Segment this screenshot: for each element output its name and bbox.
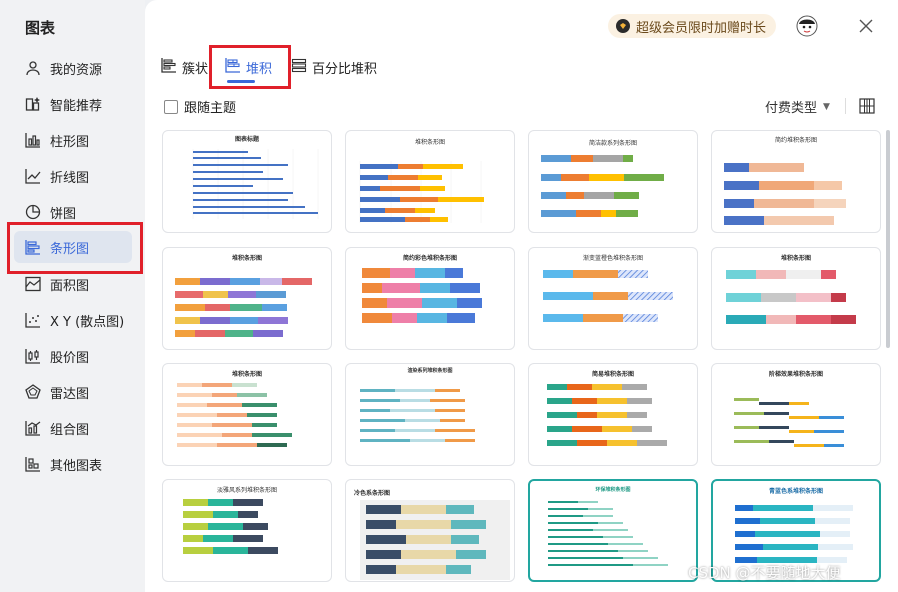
scatter-chart-icon: [22, 309, 44, 331]
template-card[interactable]: 渲染系列堆积条形图: [345, 363, 515, 466]
template-thumbnail: [360, 500, 510, 580]
template-card[interactable]: 简易堆积条形图: [528, 363, 698, 466]
sidebar-item-stock-chart[interactable]: 股价图: [14, 340, 132, 372]
watermark-text: CSDN @不要随地大便: [688, 564, 841, 582]
template-card[interactable]: 阶梯效果堆积条形图: [711, 363, 881, 466]
pay-type-label: 付费类型: [765, 101, 818, 116]
promo-banner[interactable]: 超级会员限时加赠时长: [608, 14, 777, 38]
sidebar-item-label: 面积图: [50, 278, 90, 294]
template-thumbnail: [175, 278, 312, 337]
line-chart-icon: [22, 165, 44, 187]
pie-chart-icon: [22, 201, 44, 223]
sidebar-item-other-chart[interactable]: 其他图表: [14, 448, 132, 480]
template-card[interactable]: 渐变蓝橙色堆积条形图: [528, 247, 698, 350]
column-chart-icon: [22, 129, 44, 151]
sidebar-item-label: 组合图: [50, 422, 90, 438]
template-card[interactable]: 淡雅风系列堆积条形图: [162, 479, 332, 582]
sidebar-item-scatter-chart[interactable]: X Y (散点图): [14, 304, 132, 336]
active-tab-indicator: [227, 80, 255, 83]
sidebar-item-label: 雷达图: [50, 386, 90, 402]
checkbox-box[interactable]: [164, 99, 178, 114]
template-thumbnail: [724, 163, 846, 225]
template-card[interactable]: 堆积条形图: [162, 247, 332, 350]
template-card[interactable]: 堆积条形图: [162, 363, 332, 466]
sidebar-item-label: 饼图: [50, 206, 77, 222]
tab-clustered[interactable]: 簇状: [161, 56, 208, 78]
template-thumbnail: [192, 149, 319, 219]
close-icon[interactable]: [857, 17, 875, 35]
template-thumbnail: [177, 383, 292, 447]
other-chart-icon: [22, 453, 44, 475]
sidebar-item-combo-chart[interactable]: 组合图: [14, 412, 132, 444]
main-panel: 超级会员限时加赠时长 簇状 堆积 百分比堆积 跟随主题 付费类型 ▼ 图表标题 …: [145, 0, 898, 592]
template-card[interactable]: 堆积条形图: [711, 247, 881, 350]
template-thumbnail: [362, 268, 482, 323]
percent-stacked-bar-icon: [291, 57, 307, 77]
user-icon: [22, 57, 44, 79]
sidebar-item-area-chart[interactable]: 面积图: [14, 268, 132, 300]
template-card[interactable]: 堆积条形图: [345, 130, 515, 233]
area-chart-icon: [22, 273, 44, 295]
follow-theme-checkbox[interactable]: 跟随主题: [164, 97, 236, 116]
bar-chart-icon: [22, 236, 44, 258]
template-thumbnail: [360, 389, 475, 442]
avatar-icon[interactable]: [796, 15, 818, 37]
sidebar: 图表 我的资源 智能推荐 柱形图 折线图 饼图 条形图 面积图 X Y (散点图…: [0, 0, 145, 592]
follow-theme-label: 跟随主题: [184, 101, 237, 116]
template-card[interactable]: 简洁款系列条形图: [528, 130, 698, 233]
sidebar-item-label: 其他图表: [50, 458, 103, 474]
tab-label: 百分比堆积: [312, 61, 378, 77]
template-card[interactable]: 简约堆积条形图: [711, 130, 881, 233]
stacked-bar-icon: [225, 57, 241, 77]
sidebar-item-label: 条形图: [50, 241, 90, 257]
sidebar-item-label: 柱形图: [50, 134, 90, 150]
caret-down-icon: ▼: [823, 101, 830, 112]
sidebar-item-label: 折线图: [50, 170, 90, 186]
template-card[interactable]: 图表标题: [162, 130, 332, 233]
template-thumbnail: [548, 501, 668, 566]
sidebar-item-label: X Y (散点图): [50, 314, 125, 330]
template-thumbnail: [359, 161, 484, 223]
toolbar-divider: [845, 98, 846, 114]
combo-chart-icon: [22, 417, 44, 439]
scrollbar[interactable]: [886, 130, 890, 348]
sidebar-item-label: 股价图: [50, 350, 90, 366]
grid-view-icon[interactable]: [859, 98, 875, 114]
sidebar-item-my-resources[interactable]: 我的资源: [14, 52, 132, 84]
template-card[interactable]: 简约彩色堆积条形图: [345, 247, 515, 350]
radar-chart-icon: [22, 381, 44, 403]
template-thumbnail: [734, 398, 844, 447]
sidebar-item-bar-chart[interactable]: 条形图: [14, 231, 132, 263]
template-thumbnail: [543, 270, 673, 322]
tab-percent-stacked[interactable]: 百分比堆积: [291, 56, 377, 78]
template-card[interactable]: 冷色系条形图: [345, 479, 515, 582]
stock-chart-icon: [22, 345, 44, 367]
sidebar-item-radar-chart[interactable]: 雷达图: [14, 376, 132, 408]
tab-stacked[interactable]: 堆积: [225, 56, 272, 78]
template-card[interactable]: 环保堆积条形图: [528, 479, 698, 582]
sidebar-title: 图表: [25, 19, 56, 37]
template-thumbnail: [183, 499, 278, 554]
pay-type-dropdown[interactable]: 付费类型 ▼: [765, 97, 830, 116]
promo-text: 超级会员限时加赠时长: [636, 20, 767, 36]
sidebar-item-smart-recommend[interactable]: 智能推荐: [14, 88, 132, 120]
sidebar-item-label: 我的资源: [50, 62, 103, 78]
vip-diamond-icon: [616, 19, 630, 33]
smart-recommend-icon: [22, 93, 44, 115]
sidebar-item-pie-chart[interactable]: 饼图: [14, 196, 132, 228]
tab-label: 簇状: [182, 61, 209, 77]
sidebar-item-column-chart[interactable]: 柱形图: [14, 124, 132, 156]
sidebar-item-line-chart[interactable]: 折线图: [14, 160, 132, 192]
tab-label: 堆积: [246, 61, 273, 77]
template-thumbnail: [726, 270, 856, 324]
sidebar-item-label: 智能推荐: [50, 98, 103, 114]
template-thumbnail: [541, 155, 664, 217]
template-thumbnail: [547, 384, 667, 446]
clustered-bar-icon: [161, 57, 177, 77]
